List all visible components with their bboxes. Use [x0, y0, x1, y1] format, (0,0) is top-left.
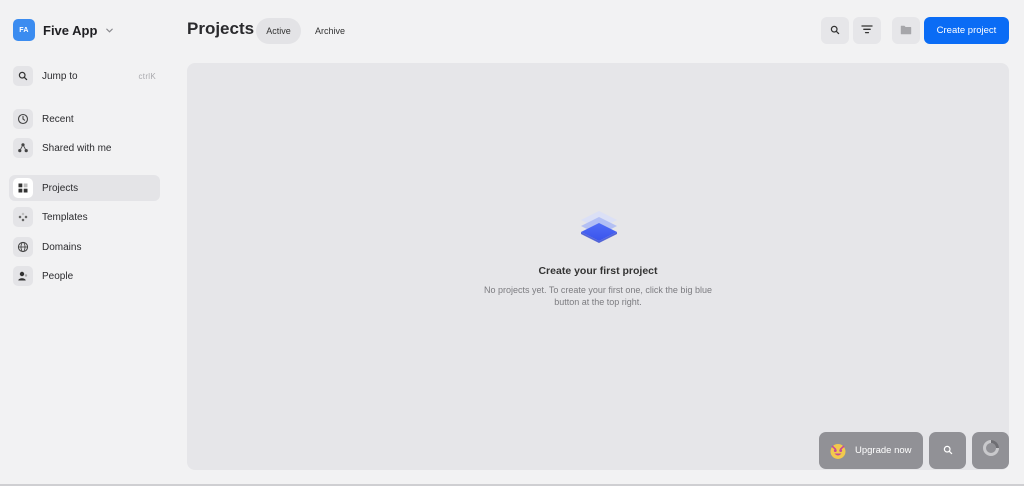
search-button[interactable]	[821, 17, 849, 44]
sidebar-item-templates[interactable]: Templates	[9, 204, 160, 230]
person-icon	[13, 266, 33, 286]
sidebar-item-label: People	[42, 270, 74, 282]
sidebar-item-label: Shared with me	[42, 142, 112, 154]
grid-icon	[13, 178, 33, 198]
sidebar-item-people[interactable]: People	[9, 263, 160, 289]
share-icon	[13, 138, 33, 158]
sidebar-item-projects[interactable]: Projects	[9, 175, 160, 201]
upgrade-button[interactable]: Upgrade now	[819, 432, 923, 469]
floating-search-button[interactable]	[929, 432, 966, 469]
globe-icon	[13, 237, 33, 257]
jump-to-label: Jump to	[42, 70, 78, 82]
sidebar-item-label: Templates	[42, 211, 88, 223]
folder-button[interactable]	[892, 17, 920, 44]
sidebar-item-shared[interactable]: Shared with me	[9, 135, 160, 161]
search-icon	[13, 66, 33, 86]
jump-to-button[interactable]: Jump to ctrlK	[9, 63, 160, 89]
empty-state-description: No projects yet. To create your first on…	[484, 285, 712, 307]
create-project-button[interactable]: Create project	[924, 17, 1009, 44]
workspace-badge: FA	[13, 19, 35, 41]
loader-icon	[982, 439, 1000, 462]
layers-icon	[577, 207, 621, 247]
sidebar-item-label: Recent	[42, 113, 74, 125]
upgrade-label: Upgrade now	[855, 445, 912, 456]
templates-icon	[13, 207, 33, 227]
chevron-down-icon	[105, 25, 115, 35]
sidebar-item-domains[interactable]: Domains	[9, 234, 160, 260]
tab-active[interactable]: Active	[256, 18, 301, 44]
sidebar-item-label: Domains	[42, 241, 82, 253]
empty-state-title: Create your first project	[538, 265, 658, 277]
workspace-switcher[interactable]: FA Five App	[13, 19, 115, 41]
filter-icon	[861, 22, 873, 40]
sidebar-item-recent[interactable]: Recent	[9, 106, 160, 132]
workspace-name: Five App	[43, 22, 98, 38]
sidebar-item-label: Projects	[42, 182, 79, 194]
jump-to-shortcut: ctrlK	[138, 71, 156, 81]
filter-button[interactable]	[853, 17, 881, 44]
tab-archive[interactable]: Archive	[306, 18, 354, 44]
smiley-icon	[829, 442, 847, 460]
page-title: Projects	[187, 19, 255, 38]
search-icon	[830, 22, 840, 40]
loader-button[interactable]	[972, 432, 1009, 469]
folder-icon	[900, 22, 912, 40]
clock-icon	[13, 109, 33, 129]
search-icon	[943, 442, 953, 460]
